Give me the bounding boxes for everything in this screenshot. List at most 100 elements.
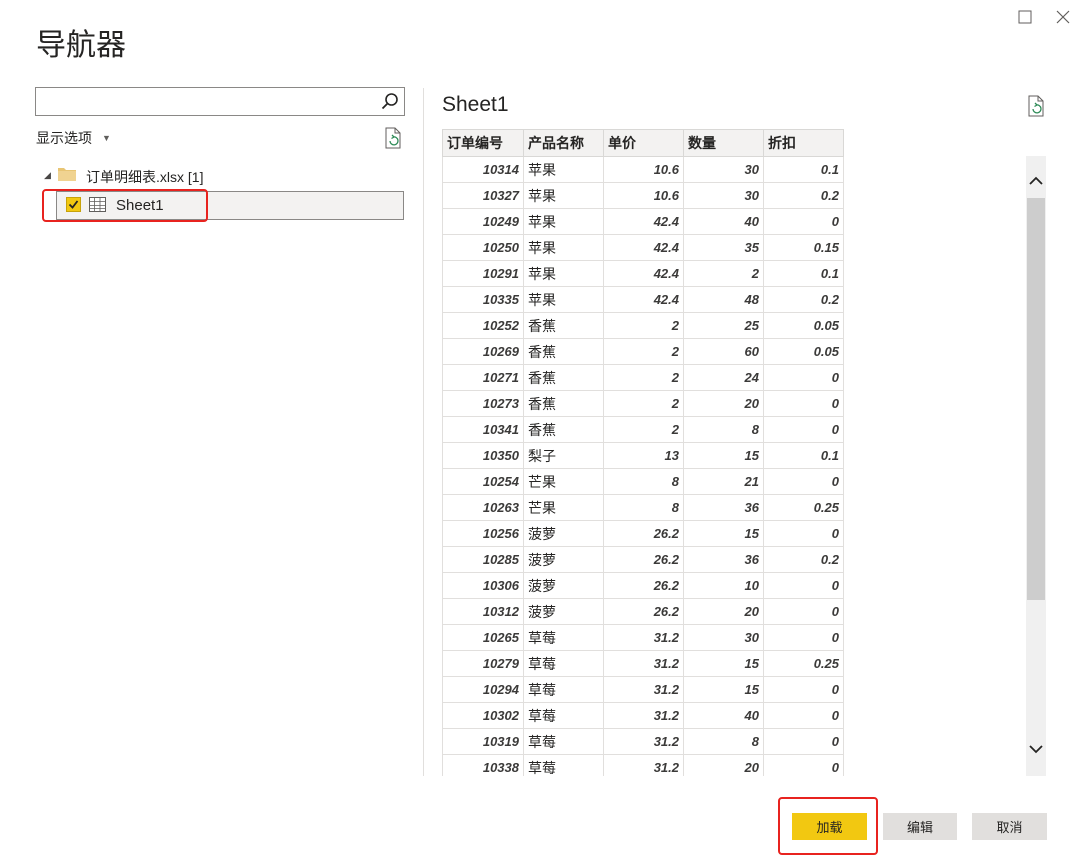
- table-cell: 苹果: [523, 286, 604, 313]
- folder-icon: [58, 168, 76, 181]
- table-cell: 0: [763, 416, 844, 443]
- table-cell: 10314: [442, 156, 524, 183]
- table-cell: 2: [603, 390, 684, 417]
- column-header[interactable]: 单价: [603, 129, 684, 157]
- search-field[interactable]: [35, 87, 405, 116]
- column-header[interactable]: 数量: [683, 129, 764, 157]
- table-row: 10335 苹果 42.4 48 0.2: [442, 286, 844, 313]
- column-header[interactable]: 折扣: [763, 129, 844, 157]
- scroll-down-icon[interactable]: [1027, 740, 1045, 758]
- table-cell: 60: [683, 338, 764, 365]
- table-row: 10306 菠萝 26.2 10 0: [442, 572, 844, 599]
- table-cell: 20: [683, 390, 764, 417]
- table-cell: 2: [603, 416, 684, 443]
- table-cell: 0.05: [763, 312, 844, 339]
- table-cell: 10252: [442, 312, 524, 339]
- tree-expand-icon[interactable]: ◢: [44, 170, 51, 181]
- table-cell: 10335: [442, 286, 524, 313]
- table-cell: 香蕉: [523, 416, 604, 443]
- panel-divider[interactable]: [423, 88, 424, 776]
- scrollbar-thumb[interactable]: [1027, 198, 1045, 600]
- table-cell: 42.4: [603, 208, 684, 235]
- check-icon: [68, 200, 79, 209]
- refresh-icon[interactable]: [383, 127, 403, 149]
- table-cell: 31.2: [603, 676, 684, 703]
- table-cell: 芒果: [523, 494, 604, 521]
- preview-table: 订单编号 产品名称 单价 数量 折扣 10314 苹果 10.6 30 0.1 10327 苹果 10…: [442, 129, 844, 776]
- edit-button[interactable]: 编辑: [883, 813, 957, 840]
- table-row: 10302 草莓 31.2 40 0: [442, 702, 844, 729]
- table-row: 10338 草莓 31.2 20 0: [442, 754, 844, 776]
- table-row: 10263 芒果 8 36 0.25: [442, 494, 844, 521]
- table-row: 10314 苹果 10.6 30 0.1: [442, 156, 844, 183]
- maximize-icon[interactable]: [1014, 6, 1036, 28]
- dialog-title: 导航器: [36, 29, 126, 62]
- table-cell: 35: [683, 234, 764, 261]
- preview-title: Sheet1: [442, 93, 509, 116]
- table-row: 10285 菠萝 26.2 36 0.2: [442, 546, 844, 573]
- table-cell: 草莓: [523, 702, 604, 729]
- table-cell: 0: [763, 754, 844, 776]
- chevron-down-icon: ▼: [102, 133, 111, 143]
- search-input[interactable]: [42, 88, 376, 116]
- table-cell: 菠萝: [523, 546, 604, 573]
- table-cell: 10.6: [603, 156, 684, 183]
- table-cell: 0: [763, 364, 844, 391]
- table-row: 10294 草莓 31.2 15 0: [442, 676, 844, 703]
- table-cell: 31.2: [603, 624, 684, 651]
- table-cell: 香蕉: [523, 312, 604, 339]
- table-cell: 36: [683, 546, 764, 573]
- preview-table-container: 订单编号 产品名称 单价 数量 折扣 10314 苹果 10.6 30 0.1 10327 苹果 10…: [442, 129, 844, 776]
- table-row: 10341 香蕉 2 8 0: [442, 416, 844, 443]
- column-header[interactable]: 产品名称: [523, 129, 604, 157]
- table-cell: 菠萝: [523, 598, 604, 625]
- table-cell: 10338: [442, 754, 524, 776]
- table-row: 10273 香蕉 2 20 0: [442, 390, 844, 417]
- table-icon: [89, 197, 106, 212]
- table-cell: 42.4: [603, 234, 684, 261]
- table-cell: 0.2: [763, 286, 844, 313]
- table-cell: 0: [763, 676, 844, 703]
- table-row: 10265 草莓 31.2 30 0: [442, 624, 844, 651]
- close-icon[interactable]: [1052, 6, 1074, 28]
- table-cell: 0.2: [763, 546, 844, 573]
- scroll-up-icon[interactable]: [1027, 172, 1045, 190]
- table-cell: 10294: [442, 676, 524, 703]
- sheet1-checkbox[interactable]: [66, 197, 81, 212]
- search-icon[interactable]: [380, 91, 400, 111]
- tree-root-file[interactable]: 订单明细表.xlsx [1]: [86, 167, 203, 187]
- table-cell: 10306: [442, 572, 524, 599]
- display-options-label: 显示选项: [36, 130, 92, 146]
- table-cell: 10279: [442, 650, 524, 677]
- table-cell: 0: [763, 728, 844, 755]
- table-cell: 2: [603, 312, 684, 339]
- load-button[interactable]: 加载: [792, 813, 867, 840]
- table-cell: 42.4: [603, 286, 684, 313]
- table-row: 10319 草莓 31.2 8 0: [442, 728, 844, 755]
- table-row: 10250 苹果 42.4 35 0.15: [442, 234, 844, 261]
- cancel-button[interactable]: 取消: [972, 813, 1047, 840]
- table-cell: 15: [683, 520, 764, 547]
- table-cell: 0.1: [763, 442, 844, 469]
- table-cell: 2: [683, 260, 764, 287]
- table-cell: 0.1: [763, 260, 844, 287]
- table-cell: 31.2: [603, 754, 684, 776]
- table-cell: 10256: [442, 520, 524, 547]
- table-cell: 40: [683, 208, 764, 235]
- table-header-row: 订单编号 产品名称 单价 数量 折扣: [442, 129, 844, 157]
- column-header[interactable]: 订单编号: [442, 129, 524, 157]
- table-cell: 草莓: [523, 676, 604, 703]
- table-cell: 8: [603, 468, 684, 495]
- table-cell: 26.2: [603, 520, 684, 547]
- table-cell: 15: [683, 442, 764, 469]
- table-cell: 15: [683, 676, 764, 703]
- table-row: 10254 芒果 8 21 0: [442, 468, 844, 495]
- table-cell: 0: [763, 520, 844, 547]
- table-cell: 8: [603, 494, 684, 521]
- refresh-icon[interactable]: [1026, 95, 1046, 117]
- table-cell: 10249: [442, 208, 524, 235]
- table-cell: 10250: [442, 234, 524, 261]
- table-cell: 25: [683, 312, 764, 339]
- tree-item-sheet1[interactable]: [56, 191, 404, 220]
- display-options-dropdown[interactable]: 显示选项 ▼: [36, 128, 111, 148]
